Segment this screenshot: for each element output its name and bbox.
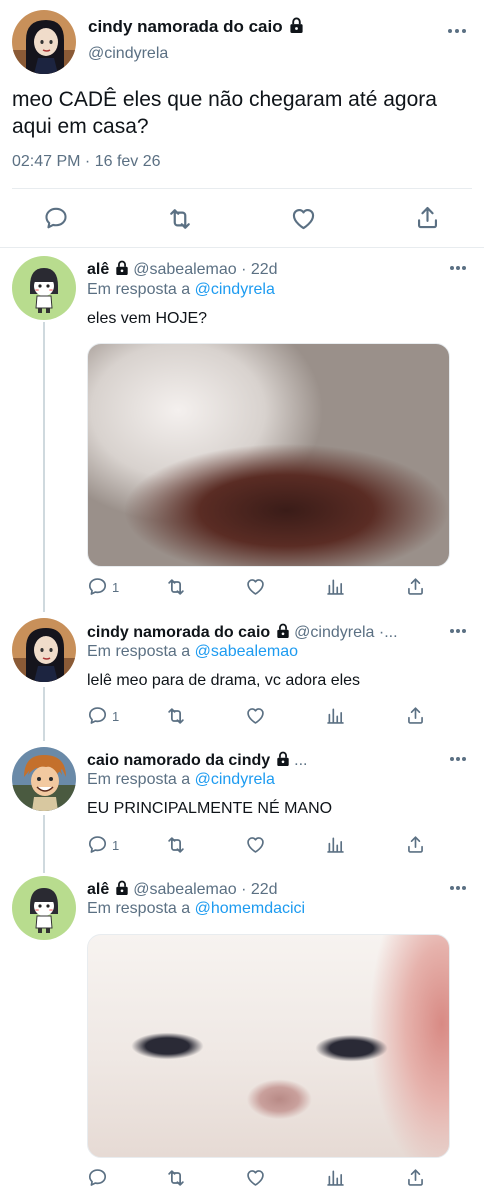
reply-icon[interactable] bbox=[43, 205, 69, 231]
in-reply-to: Em resposta a @sabealemao bbox=[87, 643, 298, 661]
heart-icon[interactable] bbox=[245, 834, 266, 855]
display-name[interactable]: alê bbox=[87, 261, 109, 278]
media-image[interactable] bbox=[87, 934, 450, 1158]
main-tweet: cindy namorada do caio @cindyrela meo CA… bbox=[0, 0, 484, 248]
heart-icon[interactable] bbox=[290, 205, 317, 232]
in-reply-label: Em resposta a bbox=[87, 643, 191, 660]
lock-icon bbox=[289, 17, 304, 34]
mention-link[interactable]: @cindyrela bbox=[195, 771, 275, 788]
retweet-icon[interactable] bbox=[166, 205, 194, 233]
reply-header: alê @sabealemao · 22d bbox=[87, 880, 278, 899]
reply-tweet: cindy namorada do caio @cindyrela ·... Em… bbox=[0, 606, 484, 734]
analytics-icon[interactable] bbox=[325, 576, 346, 597]
share-icon[interactable] bbox=[405, 834, 426, 855]
reply-header: caio namorado da cindy... bbox=[87, 751, 308, 770]
author-name[interactable]: cindy namorada do caio bbox=[88, 17, 308, 37]
display-name[interactable]: alê bbox=[87, 881, 109, 898]
reply-count: 1 bbox=[112, 709, 120, 724]
reply-icon[interactable] bbox=[87, 834, 108, 855]
author-handle[interactable]: @cindyrela bbox=[88, 45, 168, 63]
in-reply-label: Em resposta a bbox=[87, 281, 191, 298]
tweet-actions bbox=[87, 1167, 437, 1191]
reply-tweet: alê @sabealemao · 22d Em resposta a @cind… bbox=[0, 248, 484, 606]
reply-count: 1 bbox=[112, 838, 120, 853]
retweet-icon[interactable] bbox=[165, 1167, 187, 1189]
share-icon[interactable] bbox=[405, 705, 426, 726]
mention-link[interactable]: @cindyrela bbox=[195, 281, 275, 298]
more-icon[interactable] bbox=[450, 886, 470, 892]
avatar[interactable] bbox=[12, 10, 76, 74]
display-name[interactable]: cindy namorada do caio bbox=[87, 624, 270, 641]
reply-text: lelê meo para de drama, vc adora eles bbox=[87, 672, 361, 689]
more-icon[interactable] bbox=[450, 629, 470, 635]
reply-icon[interactable] bbox=[87, 705, 108, 726]
reply-icon[interactable] bbox=[87, 1167, 108, 1188]
media-image[interactable] bbox=[87, 343, 450, 567]
avatar[interactable] bbox=[12, 256, 76, 320]
reply-icon[interactable] bbox=[87, 576, 108, 597]
reply-text: EU PRINCIPALMENTE NÉ MANO bbox=[87, 800, 333, 817]
more-icon[interactable] bbox=[450, 757, 470, 763]
display-name[interactable]: cindy namorada do caio bbox=[88, 17, 283, 36]
handle-time[interactable]: @sabealemao · 22d bbox=[133, 881, 277, 898]
divider bbox=[12, 188, 472, 189]
analytics-icon[interactable] bbox=[325, 705, 346, 726]
lock-icon bbox=[115, 880, 129, 896]
handle-time[interactable]: @sabealemao · 22d bbox=[133, 261, 277, 278]
heart-icon[interactable] bbox=[245, 705, 266, 726]
more-icon[interactable] bbox=[450, 266, 470, 272]
reply-text: eles vem HOJE? bbox=[87, 310, 208, 327]
tweet-actions: 1 bbox=[87, 705, 437, 729]
lock-icon bbox=[115, 260, 129, 276]
tweet-actions: 1 bbox=[87, 576, 437, 600]
heart-icon[interactable] bbox=[245, 1167, 266, 1188]
share-icon[interactable] bbox=[414, 204, 441, 231]
reply-count: 1 bbox=[112, 580, 120, 595]
retweet-icon[interactable] bbox=[165, 576, 187, 598]
main-tweet-actions bbox=[0, 203, 484, 235]
tweet-actions: 1 bbox=[87, 834, 437, 858]
display-name[interactable]: caio namorado da cindy bbox=[87, 752, 270, 769]
avatar[interactable] bbox=[12, 747, 76, 811]
share-icon[interactable] bbox=[405, 576, 426, 597]
in-reply-label: Em resposta a bbox=[87, 771, 191, 788]
avatar[interactable] bbox=[12, 876, 76, 940]
analytics-icon[interactable] bbox=[325, 1167, 346, 1188]
analytics-icon[interactable] bbox=[325, 834, 346, 855]
heart-icon[interactable] bbox=[245, 576, 266, 597]
tweet-text: meo CADÊ eles que não chegaram até agora… bbox=[12, 88, 437, 138]
lock-icon bbox=[276, 623, 290, 639]
mention-link[interactable]: @homemdacici bbox=[195, 900, 306, 917]
reply-header: alê @sabealemao · 22d bbox=[87, 260, 278, 279]
handle-time[interactable]: @cindyrela ·... bbox=[294, 624, 397, 641]
retweet-icon[interactable] bbox=[165, 834, 187, 856]
share-icon[interactable] bbox=[405, 1167, 426, 1188]
mention-link[interactable]: @sabealemao bbox=[195, 643, 298, 660]
more-icon[interactable] bbox=[448, 29, 468, 35]
reply-tweet: alê @sabealemao · 22d Em resposta a @home… bbox=[0, 864, 484, 1200]
in-reply-to: Em resposta a @cindyrela bbox=[87, 281, 275, 299]
in-reply-label: Em resposta a bbox=[87, 900, 191, 917]
lock-icon bbox=[276, 751, 290, 767]
reply-tweet: caio namorado da cindy... Em resposta a … bbox=[0, 734, 484, 864]
tweet-timestamp[interactable]: 02:47 PM · 16 fev 26 bbox=[12, 153, 161, 171]
retweet-icon[interactable] bbox=[165, 705, 187, 727]
in-reply-to: Em resposta a @cindyrela bbox=[87, 771, 275, 789]
reply-header: cindy namorada do caio @cindyrela ·... bbox=[87, 623, 398, 642]
handle-time[interactable]: ... bbox=[294, 752, 307, 769]
avatar[interactable] bbox=[12, 618, 76, 682]
in-reply-to: Em resposta a @homemdacici bbox=[87, 900, 305, 918]
